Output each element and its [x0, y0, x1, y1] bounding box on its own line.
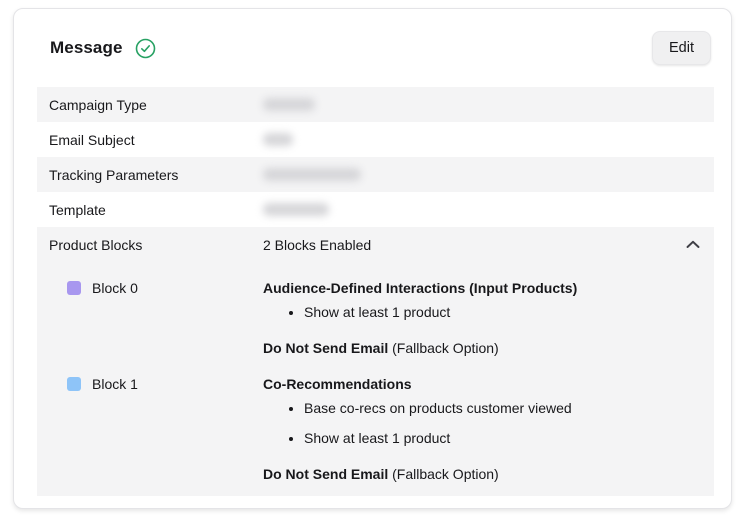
message-summary-card: Message Edit Campaign Type Email Subject…	[13, 8, 732, 509]
product-blocks-header[interactable]: Product Blocks 2 Blocks Enabled	[37, 227, 714, 262]
redacted-value	[263, 203, 329, 216]
block-rule-item: Base co-recs on products customer viewed	[304, 398, 702, 418]
redacted-value	[263, 133, 293, 146]
edit-button[interactable]: Edit	[652, 31, 711, 65]
block-name: Block 1	[92, 374, 138, 394]
block-rule-item: Show at least 1 product	[304, 302, 702, 322]
field-row-email-subject: Email Subject	[37, 122, 714, 157]
block-row-0: Block 0 Audience-Defined Interactions (I…	[37, 278, 714, 358]
field-label: Template	[49, 202, 263, 218]
field-label: Campaign Type	[49, 97, 263, 113]
summary-rows: Campaign Type Email Subject Tracking Par…	[37, 87, 714, 496]
block-row-1: Block 1 Co-Recommendations Base co-recs …	[37, 374, 714, 484]
redacted-value	[263, 168, 361, 181]
block-rule-title: Co-Recommendations	[263, 374, 702, 394]
field-label: Product Blocks	[49, 237, 263, 253]
block-rule-title: Audience-Defined Interactions (Input Pro…	[263, 278, 702, 298]
block-color-swatch	[67, 281, 81, 295]
field-row-tracking-parameters: Tracking Parameters	[37, 157, 714, 192]
redacted-value	[263, 98, 315, 111]
field-row-campaign-type: Campaign Type	[37, 87, 714, 122]
block-identity: Block 0	[67, 278, 263, 298]
fallback-action: Do Not Send Email	[263, 466, 388, 482]
page-title: Message	[50, 38, 123, 58]
chevron-up-icon[interactable]	[684, 238, 702, 251]
block-rule-list: Show at least 1 product	[263, 302, 702, 322]
card-header: Message Edit	[14, 9, 731, 87]
block-rule-list: Base co-recs on products customer viewed…	[263, 398, 702, 448]
field-row-template: Template	[37, 192, 714, 227]
product-blocks-summary: 2 Blocks Enabled	[263, 237, 684, 253]
block-rule-item: Show at least 1 product	[304, 428, 702, 448]
block-name: Block 0	[92, 278, 138, 298]
field-label: Tracking Parameters	[49, 167, 263, 183]
block-identity: Block 1	[67, 374, 263, 394]
block-details: Co-Recommendations Base co-recs on produ…	[263, 374, 702, 484]
block-color-swatch	[67, 377, 81, 391]
product-blocks-section: Product Blocks 2 Blocks Enabled Block 0 …	[37, 227, 714, 496]
block-fallback: Do Not Send Email (Fallback Option)	[263, 464, 702, 484]
field-label: Email Subject	[49, 132, 263, 148]
block-fallback: Do Not Send Email (Fallback Option)	[263, 338, 702, 358]
fallback-note: (Fallback Option)	[388, 340, 498, 356]
block-details: Audience-Defined Interactions (Input Pro…	[263, 278, 702, 358]
fallback-note: (Fallback Option)	[388, 466, 498, 482]
check-circle-icon	[135, 38, 156, 59]
fallback-action: Do Not Send Email	[263, 340, 388, 356]
